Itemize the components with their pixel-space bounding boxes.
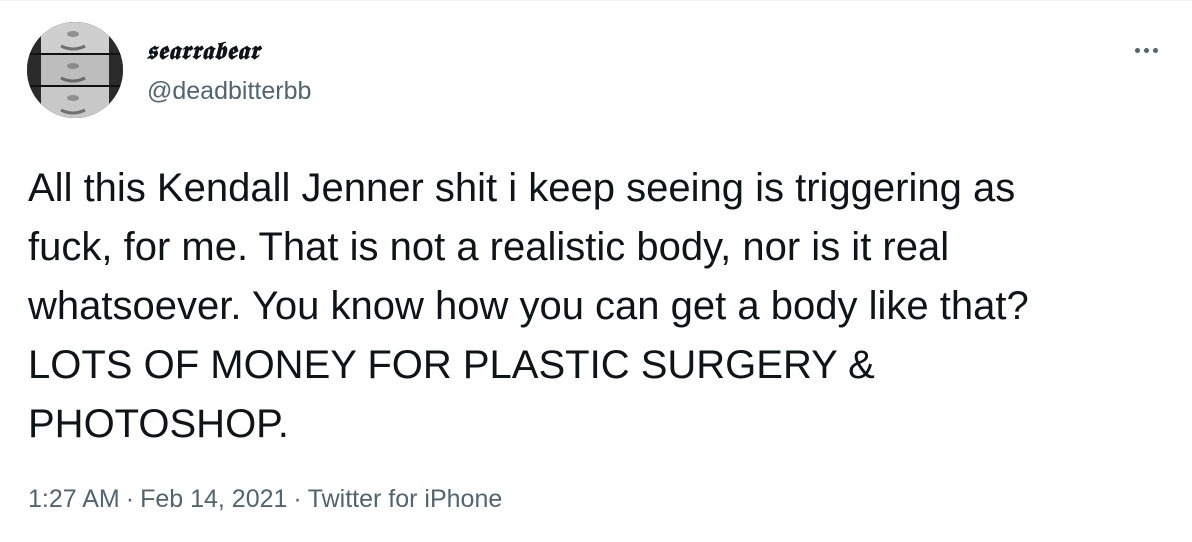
tweet-time[interactable]: 1:27 AM [28, 485, 120, 513]
meta-separator: · [125, 485, 135, 513]
tweet-text: All this Kendall Jenner shit i keep seei… [28, 166, 1029, 446]
avatar[interactable] [27, 22, 123, 118]
tweet-card: 𝖘𝖊𝖆𝖗𝖗𝖆𝖇𝖊𝖆𝖗 @deadbitterbb All this Kendal… [0, 0, 1192, 542]
more-options-button[interactable] [1124, 36, 1168, 64]
author-display-name[interactable]: 𝖘𝖊𝖆𝖗𝖗𝖆𝖇𝖊𝖆𝖗 [146, 36, 260, 66]
meta-separator: · [293, 485, 302, 513]
divider [0, 0, 1192, 1]
tweet-source[interactable]: Twitter for iPhone [308, 485, 503, 513]
more-horizontal-icon [1133, 47, 1160, 53]
tweet-metadata: 1:27 AM · Feb 14, 2021 · Twitter for iPhone [28, 480, 502, 518]
avatar-collage-icon [27, 22, 123, 118]
author-handle[interactable]: @deadbitterbb [147, 76, 311, 106]
tweet-date[interactable]: Feb 14, 2021 [140, 485, 287, 513]
